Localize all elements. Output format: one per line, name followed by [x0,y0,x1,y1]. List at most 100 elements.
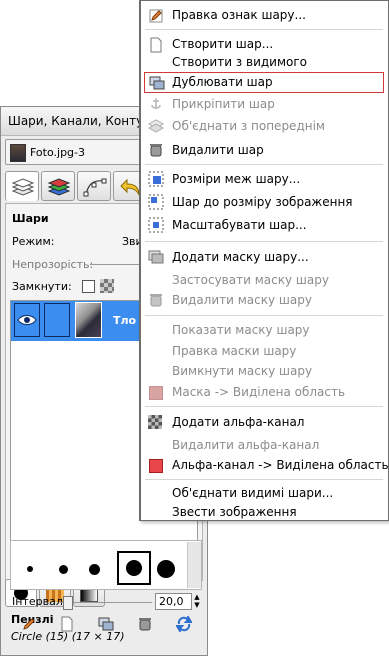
menu-item-apply-layer-mask[interactable]: Застосувати маску шару [141,270,387,291]
brush-item[interactable] [157,560,175,578]
menu-item-label: Створити з видимого [172,55,308,69]
edit-attributes-icon [149,9,163,23]
menu-separator [145,406,383,407]
menu-item-label: Правка маски шару [172,344,297,358]
brush-item[interactable] [59,565,68,574]
menu-separator [145,241,383,242]
menu-separator [145,29,383,30]
menu-item-label: Вимкнути маску шару [172,364,313,378]
menu-separator [145,164,383,165]
menu-item-label: Створити шар... [172,37,274,51]
menu-item-label: Застосувати маску шару [172,273,329,287]
new-layer-icon [150,37,162,53]
refresh-brushes-icon[interactable] [176,616,192,632]
menu-item-show-layer-mask[interactable]: Показати маску шару [141,320,387,341]
layer-chain-toggle[interactable] [44,303,70,337]
menu-item-delete-layer-mask[interactable]: Видалити маску шару [141,290,387,311]
interval-spin[interactable]: ▲ ▼ [193,593,201,610]
lock-label: Замкнути: [12,280,72,293]
brush-item[interactable] [89,564,100,575]
visibility-eye-icon[interactable] [14,303,40,337]
lock-alpha-icon[interactable] [100,279,114,293]
menu-item-merge-visible-layers[interactable]: Об'єднати видимі шари... [141,483,387,504]
menu-item-layer-to-image-size[interactable]: Шар до розміру зображення [141,192,387,213]
image-name: Foto.jpg-3 [30,146,85,159]
alpha-channel-icon [148,415,162,429]
menu-item-merge-down[interactable]: Об'єднати з попереднім [141,116,387,137]
menu-item-layer-boundary-size[interactable]: Розміри меж шару... [141,169,387,190]
menu-item-label: Показати маску шару [172,323,310,337]
menu-separator [145,315,383,316]
duplicate-brush-icon[interactable] [98,617,114,631]
mode-label: Режим: [12,235,55,248]
menu-item-label: Прикріпити шар [172,97,275,111]
delete-icon [150,144,162,157]
interval-slider[interactable] [60,596,152,610]
menu-item-alpha-to-selection[interactable]: Альфа-канал -> Виділена область [141,455,389,476]
scale-layer-icon [148,217,164,233]
channels-icon [47,178,71,196]
alpha-to-selection-icon [149,459,163,473]
lock-pixels-checkbox[interactable] [82,280,95,293]
interval-input[interactable]: 20,0 [155,593,192,610]
mask-to-selection-icon [149,386,163,400]
brush-item-selected[interactable] [117,551,151,585]
interval-label: Інтервал: [12,595,67,608]
menu-separator [145,479,383,480]
menu-item-new-from-visible[interactable]: Створити з видимого [141,52,387,73]
menu-item-mask-to-selection[interactable]: Маска -> Виділена область [141,382,387,403]
delete-brush-icon[interactable] [138,617,152,631]
image-thumbnail [10,144,26,162]
edit-brush-icon[interactable] [22,617,36,631]
menu-item-label: Маска -> Виділена область [172,385,346,399]
layer-to-image-icon [148,194,164,210]
merge-down-icon [148,119,164,133]
boundary-size-icon [148,171,164,187]
layers-icon [11,178,35,196]
paths-icon [83,178,107,197]
menu-item-delete-layer[interactable]: Видалити шар [141,140,387,161]
menu-item-flatten-image[interactable]: Звести зображення [141,502,387,523]
new-brush-icon[interactable] [60,616,74,632]
menu-item-label: Альфа-канал -> Виділена область [172,458,389,472]
menu-item-add-alpha-channel[interactable]: Додати альфа-канал [141,412,387,433]
menu-item-label: Додати альфа-канал [172,415,305,429]
menu-item-label: Шар до розміру зображення [172,195,353,209]
delete-icon [150,294,162,307]
brush-item[interactable] [27,566,33,572]
menu-item-label: Звести зображення [172,505,297,519]
menu-item-label: Об'єднати видимі шари... [172,486,334,500]
menu-item-remove-alpha-channel[interactable]: Видалити альфа-канал [141,435,387,456]
tab-channels[interactable] [41,171,75,201]
brush-actions [10,614,202,634]
duplicate-layer-icon [149,76,165,90]
menu-item-scale-layer[interactable]: Масштабувати шар... [141,215,387,236]
layer-name[interactable]: Тло [113,314,136,327]
menu-item-label: Розміри меж шару... [172,172,301,186]
layer-thumbnail [75,302,102,338]
menu-item-anchor-layer[interactable]: Прикріпити шар [141,94,387,115]
menu-item-label: Видалити маску шару [172,293,312,307]
brush-grid [10,540,202,590]
brush-scrollbar[interactable] [187,542,201,588]
menu-item-edit-attributes[interactable]: Правка ознак шару... [141,5,387,26]
interval-value: 20,0 [159,595,184,608]
layer-context-menu: Правка ознак шару... Створити шар... Ств… [139,0,389,521]
menu-item-edit-layer-mask[interactable]: Правка маски шару [141,341,387,362]
interval-slider-handle[interactable] [63,596,73,610]
tab-paths[interactable] [77,171,111,201]
menu-item-duplicate-layer[interactable]: Дублювати шар [144,72,384,93]
opacity-label: Непрозорість: [12,258,94,271]
tab-layers[interactable] [5,171,39,201]
anchor-icon [151,98,161,109]
menu-item-label: Видалити альфа-канал [172,438,320,452]
layers-title: Шари [12,212,49,225]
menu-item-add-layer-mask[interactable]: Додати маску шару... [141,247,387,268]
menu-item-label: Додати маску шару... [172,250,309,264]
menu-item-label: Видалити шар [172,143,264,157]
menu-item-label: Дублювати шар [172,75,273,89]
add-mask-icon [148,250,164,264]
menu-item-disable-layer-mask[interactable]: Вимкнути маску шару [141,361,387,382]
menu-item-label: Об'єднати з попереднім [172,119,325,133]
menu-item-label: Масштабувати шар... [172,218,307,232]
